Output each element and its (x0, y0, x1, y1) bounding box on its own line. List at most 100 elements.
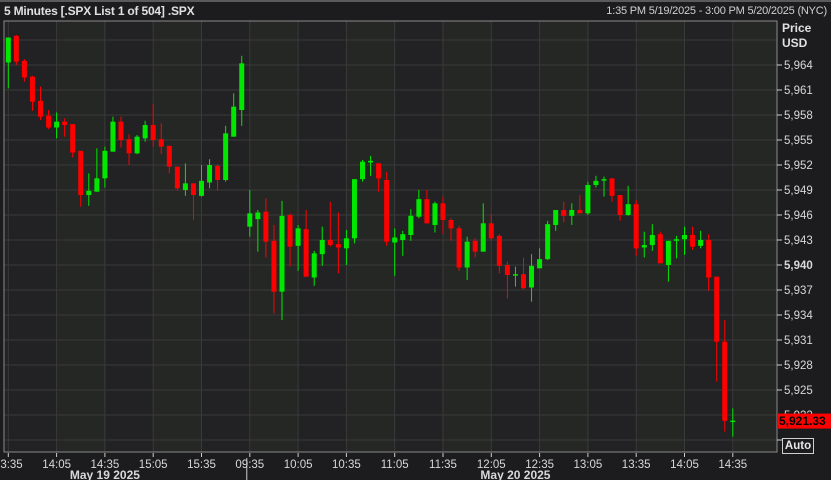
candle-body (432, 203, 438, 225)
candle-body (384, 180, 390, 242)
candle-down (657, 231, 663, 264)
candle-body (255, 212, 261, 220)
candle-body (553, 210, 559, 225)
candle-up (585, 181, 591, 215)
candle-body (142, 125, 148, 139)
x-tick-label: 13:35 (0, 459, 23, 471)
candle-body (319, 240, 325, 255)
candle-down (456, 225, 462, 271)
candle-body (343, 238, 349, 249)
candle-body (504, 265, 510, 275)
candle-body (231, 106, 237, 137)
candle-down (70, 124, 76, 158)
candle-body (617, 195, 623, 215)
x-tick-label: 15:05 (139, 459, 168, 471)
candle-body (472, 240, 478, 252)
candle-body (529, 265, 535, 288)
candle-body (118, 121, 124, 140)
candle-body (126, 139, 132, 154)
candle-body (440, 203, 446, 220)
y-tick-label: 5,964 (784, 60, 813, 72)
candle-body (392, 237, 398, 243)
candle-body (625, 204, 631, 215)
candle-body (633, 204, 639, 249)
candle-body (239, 63, 245, 110)
candle-body (207, 165, 213, 183)
candle-body (5, 37, 11, 63)
candle-body (657, 234, 663, 264)
candle-body (263, 211, 269, 242)
candle-body (376, 163, 382, 179)
candle-body (368, 160, 374, 163)
x-tick-label: 13:35 (622, 459, 651, 471)
y-axis-title: Price (782, 21, 812, 35)
x-tick-label: 14:35 (718, 459, 747, 471)
candle-body (94, 178, 100, 192)
y-tick-label: 5,925 (784, 385, 813, 397)
candle-body (38, 100, 43, 117)
candle-body (585, 185, 591, 214)
candle-body (714, 276, 720, 342)
candle-body (690, 235, 696, 247)
candle-body (609, 178, 615, 196)
candle-body (730, 420, 736, 423)
y-tick-label: 5,937 (784, 285, 813, 297)
last-price-label: 5,921.33 (779, 414, 826, 428)
y-tick-label: 5,934 (784, 310, 813, 322)
candle-body (480, 223, 486, 252)
candle-body (70, 124, 76, 153)
x-axis: 13:35 14:05 14:35 15:05 15:35 09:35 10:05 10:35… (0, 453, 747, 480)
y-tick-label: 5,952 (784, 160, 813, 172)
candle-body (360, 161, 365, 180)
y-axis-unit: USD (782, 36, 808, 50)
x-tick-label: 10:05 (284, 459, 313, 471)
candle-body (424, 199, 430, 224)
x-tick-label: 11:05 (381, 459, 409, 471)
candle-body (215, 165, 221, 180)
candle-body (134, 136, 140, 154)
candle-down (13, 35, 19, 65)
candle-body (400, 234, 406, 240)
candle-body (649, 235, 655, 245)
candle-body (110, 121, 116, 152)
candlestick-chart[interactable]: 5,964 5,961 5,958 5,955 5,952 5,949 5,946 5,943… (0, 0, 831, 480)
candle-body (271, 240, 277, 292)
candle-body (78, 150, 84, 195)
date-label: May 19 2025 (70, 468, 140, 480)
candle-body (706, 240, 712, 278)
candle-up (360, 160, 365, 182)
candle-body (545, 224, 551, 260)
y-tick-label: 5,940 (784, 260, 813, 272)
last-price-marker: 5,921.33 (777, 413, 831, 429)
candle-down (174, 166, 180, 191)
candle-up (351, 179, 357, 244)
x-tick-label: 11:35 (429, 459, 457, 471)
candle-body (311, 253, 317, 278)
candle-body (408, 215, 414, 235)
candle-body (29, 76, 35, 102)
candle-body (327, 240, 333, 245)
candle-body (488, 223, 494, 239)
y-tick-label: 5,961 (784, 85, 813, 97)
y-tick-label: 5,949 (784, 185, 813, 197)
candle-body (577, 210, 583, 214)
candle-body (569, 210, 575, 216)
time-band (732, 21, 777, 452)
time-band (153, 21, 202, 452)
x-tick-label: 14:05 (670, 459, 699, 471)
date-label: May 20 2025 (480, 468, 550, 480)
candle-up (134, 135, 140, 155)
x-tick-label: 14:05 (42, 459, 71, 471)
candle-body (303, 229, 309, 277)
candle-body (698, 240, 704, 246)
candle-body (295, 228, 301, 246)
candle-body (416, 199, 422, 217)
auto-scale-button[interactable]: Auto (782, 438, 814, 454)
y-tick-label: 5,958 (784, 110, 813, 122)
candle-body (190, 183, 196, 195)
candle-body (102, 150, 108, 179)
candle-body (199, 180, 204, 196)
candle-body (722, 341, 728, 421)
candle-up (545, 220, 551, 260)
candle-body (223, 133, 229, 180)
